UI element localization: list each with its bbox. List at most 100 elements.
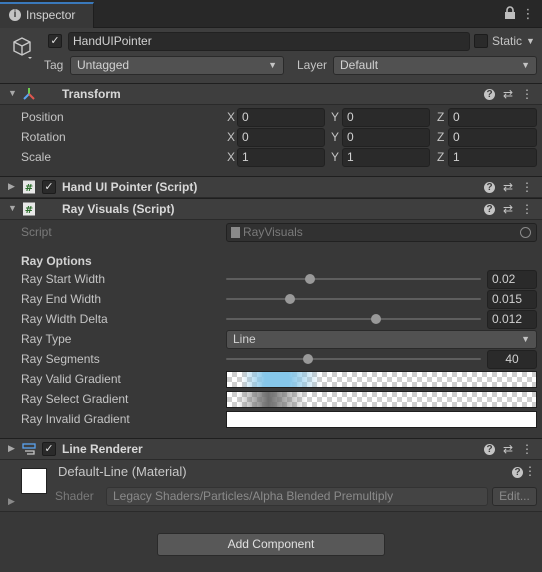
axis-x-label[interactable]: X bbox=[227, 148, 235, 166]
ray-visuals-header[interactable]: ▼ # Ray Visuals (Script) ? ⇄ ⋮ bbox=[0, 198, 542, 220]
axis-z-label[interactable]: Z bbox=[437, 108, 444, 126]
rotation-y-field[interactable]: 0 bbox=[342, 128, 430, 147]
axis-y-label[interactable]: Y bbox=[331, 108, 339, 126]
tab-inspector[interactable]: i Inspector bbox=[0, 2, 94, 28]
chevron-down-icon: ▼ bbox=[521, 60, 530, 70]
kebab-menu-icon[interactable]: ⋮ bbox=[520, 6, 536, 22]
ray-segments-slider-thumb[interactable] bbox=[302, 354, 313, 364]
tag-dropdown[interactable]: Untagged ▼ bbox=[70, 56, 284, 75]
help-icon[interactable]: ? bbox=[484, 204, 495, 215]
static-label: Static bbox=[492, 34, 523, 48]
line-renderer-header[interactable]: ▶ ✓ Line Renderer ? ⇄ ⋮ bbox=[0, 438, 542, 460]
active-checkbox[interactable]: ✓ bbox=[48, 34, 62, 48]
ray-valid-gradient-field[interactable] bbox=[226, 371, 537, 388]
axis-x-label[interactable]: X bbox=[227, 108, 235, 126]
layer-label: Layer bbox=[297, 58, 328, 72]
svg-text:#: # bbox=[25, 205, 33, 216]
foldout-closed-icon[interactable]: ▶ bbox=[8, 181, 15, 192]
ray-start-width-slider-thumb[interactable] bbox=[305, 274, 316, 284]
object-name-field[interactable]: HandUIPointer bbox=[68, 32, 470, 51]
ray-end-width-slider[interactable] bbox=[226, 298, 481, 300]
help-icon[interactable]: ? bbox=[512, 467, 523, 478]
hand-ui-pointer-enabled-checkbox[interactable]: ✓ bbox=[42, 180, 56, 194]
axis-z-label[interactable]: Z bbox=[437, 148, 444, 166]
axis-y-label[interactable]: Y bbox=[331, 148, 339, 166]
ray-end-width-slider-thumb[interactable] bbox=[284, 294, 295, 304]
ray-select-gradient-field[interactable] bbox=[226, 391, 537, 408]
rotation-x-field[interactable]: 0 bbox=[237, 128, 325, 147]
position-y-field[interactable]: 0 bbox=[342, 108, 430, 127]
ray-width-delta-label: Ray Width Delta bbox=[21, 312, 108, 326]
kebab-menu-icon[interactable]: ⋮ bbox=[520, 180, 534, 194]
ray-segments-slider[interactable] bbox=[226, 358, 481, 360]
kebab-menu-icon[interactable]: ⋮ bbox=[520, 202, 534, 216]
lock-icon[interactable] bbox=[502, 6, 518, 22]
ray-start-width-label: Ray Start Width bbox=[21, 272, 106, 286]
tag-label: Tag bbox=[44, 58, 64, 72]
script-icon: # bbox=[22, 180, 36, 194]
ray-end-width-field[interactable]: 0.015 bbox=[487, 290, 537, 309]
tag-value: Untagged bbox=[77, 58, 130, 72]
script-icon: # bbox=[22, 202, 36, 216]
gradient-preview bbox=[237, 392, 307, 407]
preset-icon[interactable]: ⇄ bbox=[501, 442, 515, 456]
scale-y-field[interactable]: 1 bbox=[342, 148, 430, 167]
ray-segments-field[interactable]: 40 bbox=[487, 350, 537, 369]
preset-icon[interactable]: ⇄ bbox=[501, 202, 515, 216]
hand-ui-pointer-title: Hand UI Pointer (Script) bbox=[62, 180, 198, 194]
ray-width-delta-slider[interactable] bbox=[226, 318, 481, 320]
shader-dropdown[interactable]: Legacy Shaders/Particles/Alpha Blended P… bbox=[106, 487, 488, 506]
line-renderer-title: Line Renderer bbox=[62, 442, 143, 456]
ray-width-delta-field[interactable]: 0.012 bbox=[487, 310, 537, 329]
help-icon[interactable]: ? bbox=[484, 89, 495, 100]
position-z-field[interactable]: 0 bbox=[448, 108, 537, 127]
ray-select-gradient-label: Ray Select Gradient bbox=[21, 392, 129, 406]
script-label: Script bbox=[21, 225, 52, 239]
ray-start-width-slider[interactable] bbox=[226, 278, 481, 280]
transform-header[interactable]: ▼ Transform ? ⇄ ⋮ bbox=[0, 83, 542, 105]
script-object-field[interactable]: RayVisuals bbox=[226, 223, 537, 242]
svg-text:#: # bbox=[25, 183, 33, 194]
preset-icon[interactable]: ⇄ bbox=[501, 87, 515, 101]
chevron-down-icon: ▼ bbox=[521, 334, 530, 344]
axis-y-label[interactable]: Y bbox=[331, 128, 339, 146]
static-checkbox[interactable]: ✓ bbox=[474, 34, 488, 48]
ray-width-delta-slider-thumb[interactable] bbox=[371, 314, 382, 324]
add-component-button[interactable]: Add Component bbox=[157, 533, 385, 556]
info-icon: i bbox=[9, 9, 21, 21]
ray-start-width-field[interactable]: 0.02 bbox=[487, 270, 537, 289]
gradient-preview bbox=[241, 372, 321, 387]
ray-type-label: Ray Type bbox=[21, 332, 72, 346]
foldout-closed-icon[interactable]: ▶ bbox=[8, 496, 15, 507]
object-picker-icon[interactable] bbox=[520, 227, 531, 238]
axis-z-label[interactable]: Z bbox=[437, 128, 444, 146]
line-renderer-icon bbox=[22, 442, 36, 456]
ray-type-dropdown[interactable]: Line ▼ bbox=[226, 330, 537, 349]
material-preview-swatch[interactable] bbox=[21, 468, 47, 494]
static-dropdown-arrow-icon[interactable]: ▼ bbox=[526, 32, 535, 50]
chevron-down-icon: ▼ bbox=[268, 60, 277, 70]
ray-segments-label: Ray Segments bbox=[21, 352, 100, 366]
ray-visuals-title: Ray Visuals (Script) bbox=[62, 202, 175, 216]
hand-ui-pointer-header[interactable]: ▶ # ✓ Hand UI Pointer (Script) ? ⇄ ⋮ bbox=[0, 176, 542, 198]
position-x-field[interactable]: 0 bbox=[237, 108, 325, 127]
foldout-closed-icon[interactable]: ▶ bbox=[8, 443, 15, 454]
ray-invalid-gradient-field[interactable] bbox=[226, 411, 537, 428]
tab-bar: i Inspector ⋮ bbox=[0, 0, 542, 28]
axis-x-label[interactable]: X bbox=[227, 128, 235, 146]
help-icon[interactable]: ? bbox=[484, 182, 495, 193]
kebab-menu-icon[interactable]: ⋮ bbox=[523, 464, 537, 478]
help-icon[interactable]: ? bbox=[484, 444, 495, 455]
shader-edit-button[interactable]: Edit... bbox=[492, 487, 537, 506]
line-renderer-enabled-checkbox[interactable]: ✓ bbox=[42, 442, 56, 456]
rotation-z-field[interactable]: 0 bbox=[448, 128, 537, 147]
scale-x-field[interactable]: 1 bbox=[237, 148, 325, 167]
kebab-menu-icon[interactable]: ⋮ bbox=[520, 442, 534, 456]
gameobject-cube-icon[interactable] bbox=[10, 34, 36, 60]
kebab-menu-icon[interactable]: ⋮ bbox=[520, 87, 534, 101]
foldout-open-icon[interactable]: ▼ bbox=[8, 88, 17, 98]
foldout-open-icon[interactable]: ▼ bbox=[8, 203, 17, 213]
scale-z-field[interactable]: 1 bbox=[448, 148, 537, 167]
layer-dropdown[interactable]: Default ▼ bbox=[333, 56, 537, 75]
preset-icon[interactable]: ⇄ bbox=[501, 180, 515, 194]
